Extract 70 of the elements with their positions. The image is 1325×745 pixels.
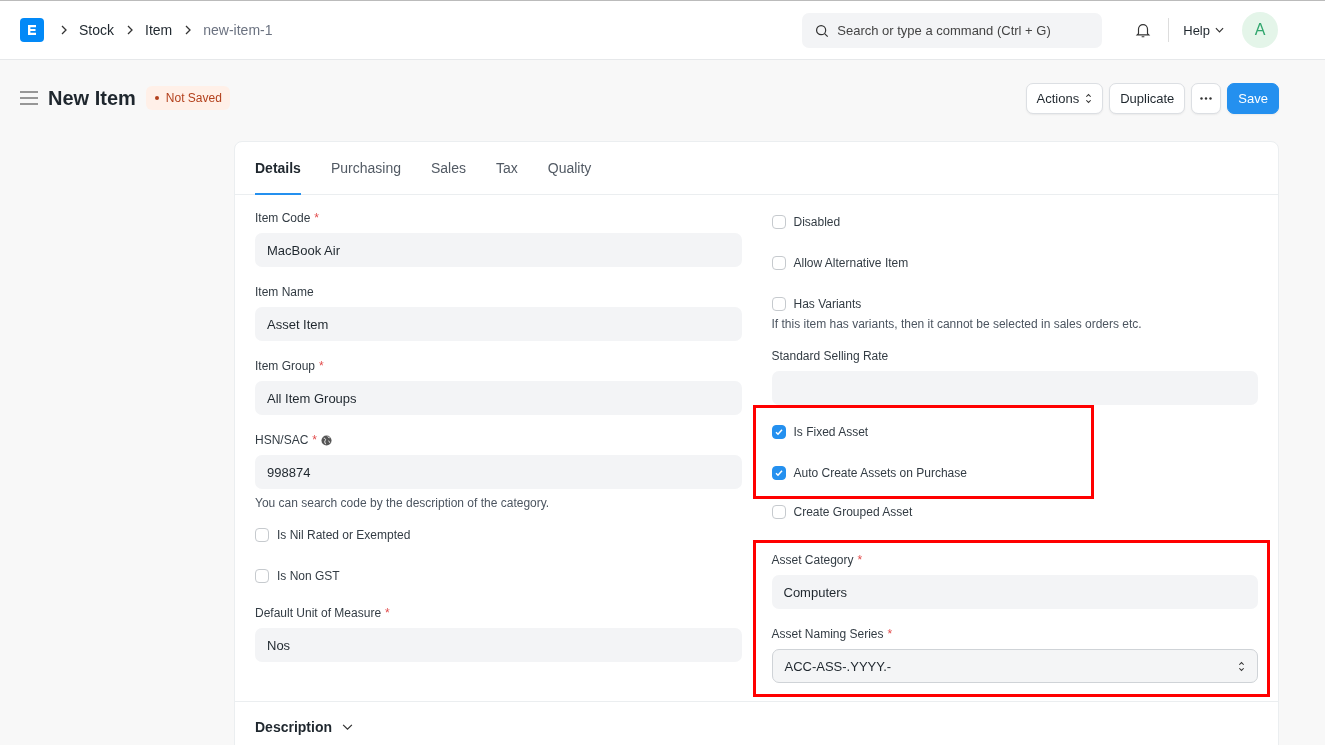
input-field[interactable]: All Item Groups (255, 381, 742, 415)
breadcrumb-link[interactable]: Item (145, 22, 173, 38)
required-mark: * (312, 433, 317, 447)
input-field[interactable]: Nos (255, 628, 742, 662)
field-label: Item Group (255, 359, 316, 373)
checkbox-label: Is Non GST (277, 569, 340, 583)
checkbox-label: Create Grouped Asset (793, 505, 913, 519)
chevron-right-icon (126, 25, 134, 35)
field-label: Asset Category (771, 553, 854, 567)
field-help-text: If this item has variants, then it cannot be selected in sales orders etc. (771, 317, 1143, 331)
input-field[interactable]: Asset Item (255, 307, 742, 341)
input-field[interactable]: MacBook Air (255, 233, 742, 267)
up-down-arrows-icon (1085, 92, 1093, 104)
notification-bell-icon[interactable] (1134, 21, 1153, 39)
input-field[interactable] (771, 371, 1258, 405)
field-help-text: You can search code by the description of the category. (255, 496, 551, 510)
chevron-right-icon (60, 25, 68, 35)
menu-icon[interactable] (20, 91, 38, 105)
dots-icon (1200, 96, 1213, 100)
checkbox[interactable] (771, 505, 786, 519)
field-label: Asset Naming Series (771, 627, 884, 641)
required-mark: * (857, 553, 863, 567)
chevron-right-icon (184, 25, 193, 35)
more-options-button[interactable] (1191, 82, 1222, 114)
form-tab[interactable]: Purchasing (330, 142, 401, 195)
duplicate-button[interactable]: Duplicate (1109, 82, 1186, 114)
checkbox[interactable] (771, 256, 786, 270)
checkbox-label: Allow Alternative Item (793, 256, 909, 270)
status-badge: Not Saved (145, 86, 230, 110)
caret-down-icon (1215, 27, 1224, 33)
page-title: New Item (48, 86, 136, 110)
section-toggle[interactable]: Description (255, 719, 332, 735)
field-label: Standard Selling Rate (771, 349, 889, 363)
help-menu-button[interactable]: Help (1183, 22, 1224, 38)
checkmark-icon (773, 468, 784, 478)
checkbox-label: Is Nil Rated or Exempted (277, 528, 411, 542)
field-label: Default Unit of Measure (255, 606, 382, 620)
field-label: HSN/SAC (255, 433, 309, 447)
required-mark: * (314, 211, 320, 225)
checkbox-label: Auto Create Assets on Purchase (793, 466, 967, 480)
checkbox[interactable] (771, 466, 786, 480)
checkbox-label: Disabled (793, 215, 841, 229)
checkbox[interactable] (771, 297, 786, 311)
field-label: Item Name (255, 285, 314, 299)
form-tab[interactable]: Sales (430, 142, 466, 195)
required-mark: * (319, 359, 324, 373)
sort-arrows-icon (1238, 660, 1245, 672)
form-tab[interactable]: Details (255, 142, 301, 195)
required-mark: * (385, 606, 390, 620)
checkbox[interactable] (771, 215, 786, 229)
search-icon (815, 23, 830, 38)
app-logo-icon[interactable] (20, 18, 44, 42)
checkbox-label: Is Fixed Asset (793, 425, 869, 439)
checkbox[interactable] (255, 569, 269, 583)
required-mark: * (887, 627, 893, 641)
checkbox[interactable] (255, 528, 269, 542)
input-field[interactable]: Computers (771, 575, 1258, 609)
checkbox[interactable] (771, 425, 786, 439)
breadcrumb-link[interactable]: Stock (79, 22, 114, 38)
form-tab[interactable]: Quality (547, 142, 592, 195)
field-label: Item Code (255, 211, 311, 225)
breadcrumb-link[interactable]: new-item-1 (203, 22, 273, 38)
checkbox-label: Has Variants (793, 297, 862, 311)
chevron-icon[interactable] (342, 723, 353, 731)
checkmark-icon (773, 427, 784, 437)
input-field[interactable]: 998874 (255, 455, 742, 489)
search-field[interactable]: Search or type a command (Ctrl + G) (802, 12, 1103, 48)
actions-dropdown-button[interactable]: Actions (1025, 82, 1104, 114)
select-field[interactable]: ACC-ASS-.YYYY.- (771, 649, 1258, 683)
form-tab[interactable]: Tax (496, 142, 518, 195)
